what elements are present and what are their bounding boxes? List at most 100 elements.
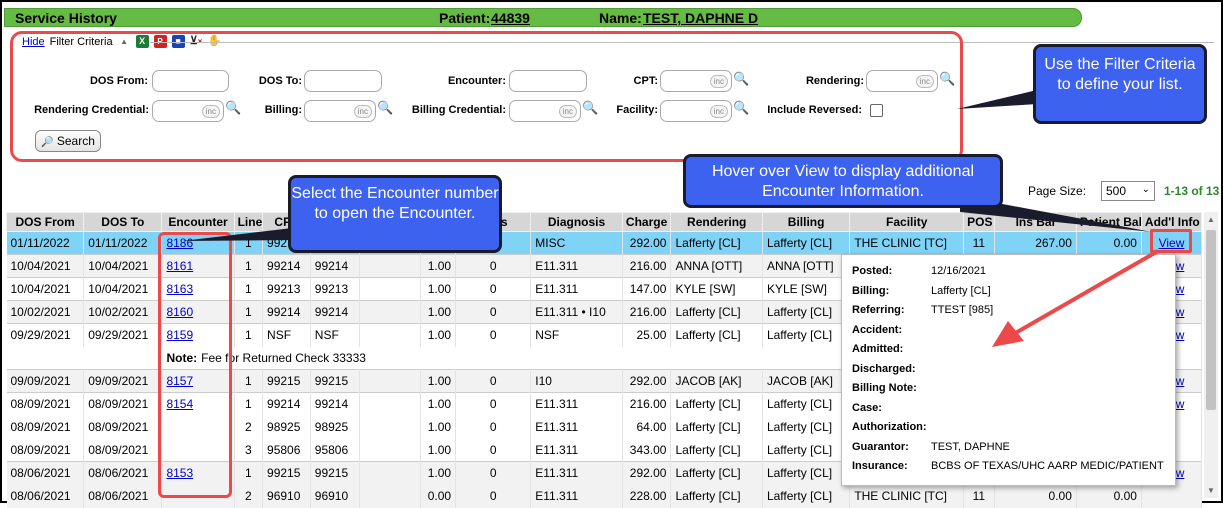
table-cell: 0	[455, 392, 532, 416]
column-header[interactable]: DOS To	[83, 212, 163, 232]
inc-badge[interactable]: inc	[201, 105, 220, 118]
table-cell	[359, 484, 421, 508]
table-cell	[359, 277, 421, 301]
rendering-credential-lookup-icon[interactable]: 🔍	[225, 100, 241, 116]
column-header[interactable]: Facility	[849, 212, 965, 232]
table-cell: 01/11/2022	[6, 231, 85, 255]
table-cell: THE CLINIC [TC]	[849, 231, 965, 255]
table-cell: 99214	[262, 300, 311, 324]
column-header[interactable]: DOS From	[5, 212, 85, 232]
filter-criteria-highlight	[10, 31, 963, 162]
table-cell: 95806	[262, 438, 311, 462]
table-cell: 99213	[262, 277, 311, 301]
popup-label: Case:	[852, 401, 882, 414]
table-cell: E11.311 • I10	[530, 300, 623, 324]
page-title: Service History	[15, 10, 117, 26]
inc-badge[interactable]: inc	[353, 105, 372, 118]
table-cell: 0.00	[420, 484, 457, 508]
table-cell: 0	[455, 254, 532, 278]
rendering-lookup-icon[interactable]: 🔍	[939, 71, 955, 87]
table-cell: 10/02/2021	[6, 300, 85, 324]
billing-lookup-icon[interactable]: 🔍	[377, 100, 393, 116]
facility-input[interactable]: inc	[660, 100, 732, 122]
table-cell	[359, 369, 421, 393]
table-scrollbar[interactable]: ▲ ▼	[1204, 212, 1218, 498]
record-count: 1-13 of 13	[1164, 184, 1220, 198]
table-cell: 0	[455, 300, 532, 324]
popup-label: Billing:	[852, 284, 890, 297]
table-cell: 216.00	[622, 254, 672, 278]
popup-label: Posted:	[852, 265, 893, 277]
column-header[interactable]: Billing	[761, 212, 851, 232]
popup-label: Discharged:	[852, 362, 916, 375]
scroll-down-icon[interactable]: ▼	[1207, 486, 1215, 495]
billing-input[interactable]: inc	[304, 100, 376, 122]
billing-credential-input[interactable]: inc	[509, 100, 581, 122]
table-cell: 1.00	[420, 415, 457, 439]
inc-badge[interactable]: inc	[915, 75, 934, 88]
inc-badge[interactable]: inc	[558, 105, 577, 118]
table-cell: Lafferty [CL]	[762, 392, 851, 416]
rendering-credential-input[interactable]: inc	[152, 100, 224, 122]
include-reversed-checkbox[interactable]	[870, 104, 883, 117]
table-cell: 99214	[310, 254, 360, 278]
table-cell: Lafferty [CL]	[762, 438, 851, 462]
table-cell: 216.00	[622, 300, 672, 324]
popup-label: Accident:	[852, 323, 903, 336]
filter-callout: Use the Filter Criteria to define your l…	[1033, 44, 1207, 124]
table-cell: JACOB [AK]	[762, 369, 851, 393]
column-header[interactable]: Rendering	[670, 212, 763, 232]
table-cell: 08/09/2021	[83, 438, 163, 462]
table-cell: 343.00	[622, 438, 672, 462]
table-cell: 99214	[310, 300, 360, 324]
table-cell: 1.00	[420, 392, 457, 416]
view-arrow-pointer	[992, 249, 1159, 347]
cpt-input[interactable]: inc	[660, 70, 732, 92]
scrollbar-thumb[interactable]	[1206, 230, 1216, 410]
table-cell: 10/04/2021	[83, 277, 163, 301]
table-cell: 1.00	[420, 323, 457, 347]
inc-badge[interactable]: inc	[709, 105, 728, 118]
column-header[interactable]: Charge	[621, 212, 672, 232]
cpt-lookup-icon[interactable]: 🔍	[733, 71, 749, 87]
search-icon: 🔎	[41, 137, 54, 148]
billing-credential-lookup-icon[interactable]: 🔍	[582, 100, 598, 116]
table-cell: E11.311	[530, 254, 623, 278]
facility-lookup-icon[interactable]: 🔍	[733, 100, 749, 116]
dos-from-input[interactable]	[152, 70, 229, 92]
column-header[interactable]: Diagnosis	[530, 212, 623, 232]
patient-id[interactable]: 44839	[491, 10, 530, 26]
encounter-callout: Select the Encounter number to open the …	[288, 175, 502, 253]
table-cell: 0	[455, 461, 532, 485]
facility-label: Facility:	[616, 104, 658, 116]
rendering-input[interactable]: inc	[866, 70, 938, 92]
inc-badge[interactable]: inc	[709, 75, 728, 88]
encounter-callout-pointer	[182, 228, 292, 241]
table-cell: 0	[455, 415, 532, 439]
table-cell	[1141, 484, 1203, 508]
patient-name[interactable]: TEST, DAPHNE D	[643, 10, 758, 26]
table-cell: 292.00	[622, 369, 672, 393]
table-cell: 10/04/2021	[83, 254, 163, 278]
scroll-up-icon[interactable]: ▲	[1207, 215, 1215, 224]
dos-to-input[interactable]	[304, 70, 382, 92]
table-cell: 99215	[262, 369, 311, 393]
table-cell: E11.311	[530, 277, 623, 301]
search-button[interactable]: 🔎 Search	[35, 130, 101, 152]
popup-label: Referring:	[852, 304, 905, 316]
table-cell: NSF	[310, 323, 360, 347]
table-cell: 1.00	[420, 461, 457, 485]
table-cell: 1.00	[420, 369, 457, 393]
table-cell: 08/09/2021	[6, 438, 85, 462]
encounter-input[interactable]	[509, 70, 587, 92]
table-cell: 2	[234, 415, 264, 439]
popup-value: BCBS OF TEXAS/UHC AARP MEDIC/PATIENT	[931, 460, 1164, 472]
include-reversed-label: Include Reversed:	[767, 104, 862, 116]
table-cell	[359, 323, 421, 347]
table-cell: 98925	[262, 415, 311, 439]
table-cell: 0.00	[994, 484, 1077, 508]
table-cell: Lafferty [CL]	[762, 415, 851, 439]
table-cell: Lafferty [CL]	[670, 231, 763, 255]
popup-value: 12/16/2021	[931, 265, 987, 277]
table-cell: 10/02/2021	[83, 300, 163, 324]
